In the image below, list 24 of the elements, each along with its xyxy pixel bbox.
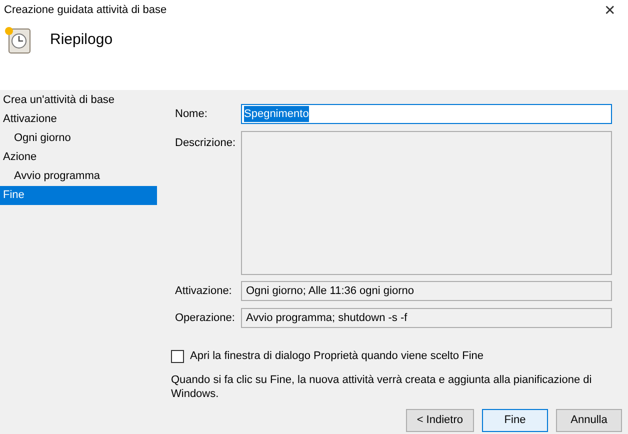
close-button[interactable]: ✕ [604, 3, 616, 17]
wizard-step[interactable]: Avvio programma [0, 167, 157, 186]
name-field[interactable]: Spegnimento [241, 104, 612, 124]
checkbox-label: Apri la finestra di dialogo Proprietà quando viene scelto Fine [190, 349, 484, 364]
calendar-clock-icon [4, 26, 32, 54]
description-field[interactable] [241, 131, 612, 275]
wizard-step[interactable]: Fine [0, 186, 157, 205]
wizard-step[interactable]: Crea un'attività di base [0, 91, 157, 110]
action-field: Avvio programma; shutdown -s -f [241, 308, 612, 328]
wizard-step[interactable]: Attivazione [0, 110, 157, 129]
wizard-step[interactable]: Ogni giorno [0, 129, 157, 148]
dialog-button[interactable]: Fine [482, 409, 548, 432]
checkbox[interactable] [171, 350, 184, 363]
page-heading: Riepilogo [50, 30, 113, 50]
window-title: Creazione guidata attività di base [4, 2, 167, 18]
field-label: Attivazione: [175, 284, 233, 299]
dialog-button[interactable]: < Indietro [406, 409, 474, 432]
wizard-step[interactable]: Azione [0, 148, 157, 167]
dialog-button[interactable]: Annulla [556, 409, 622, 432]
trigger-field: Ogni giorno; Alle 11:36 ogni giorno [241, 281, 612, 301]
field-label: Descrizione: [175, 136, 237, 151]
field-label: Operazione: [175, 310, 236, 326]
field-label: Nome: [175, 106, 208, 122]
info-text: Quando si fa clic su Fine, la nuova attività verrà creata e aggiunta alla pianificazione di Windows. [171, 372, 593, 400]
